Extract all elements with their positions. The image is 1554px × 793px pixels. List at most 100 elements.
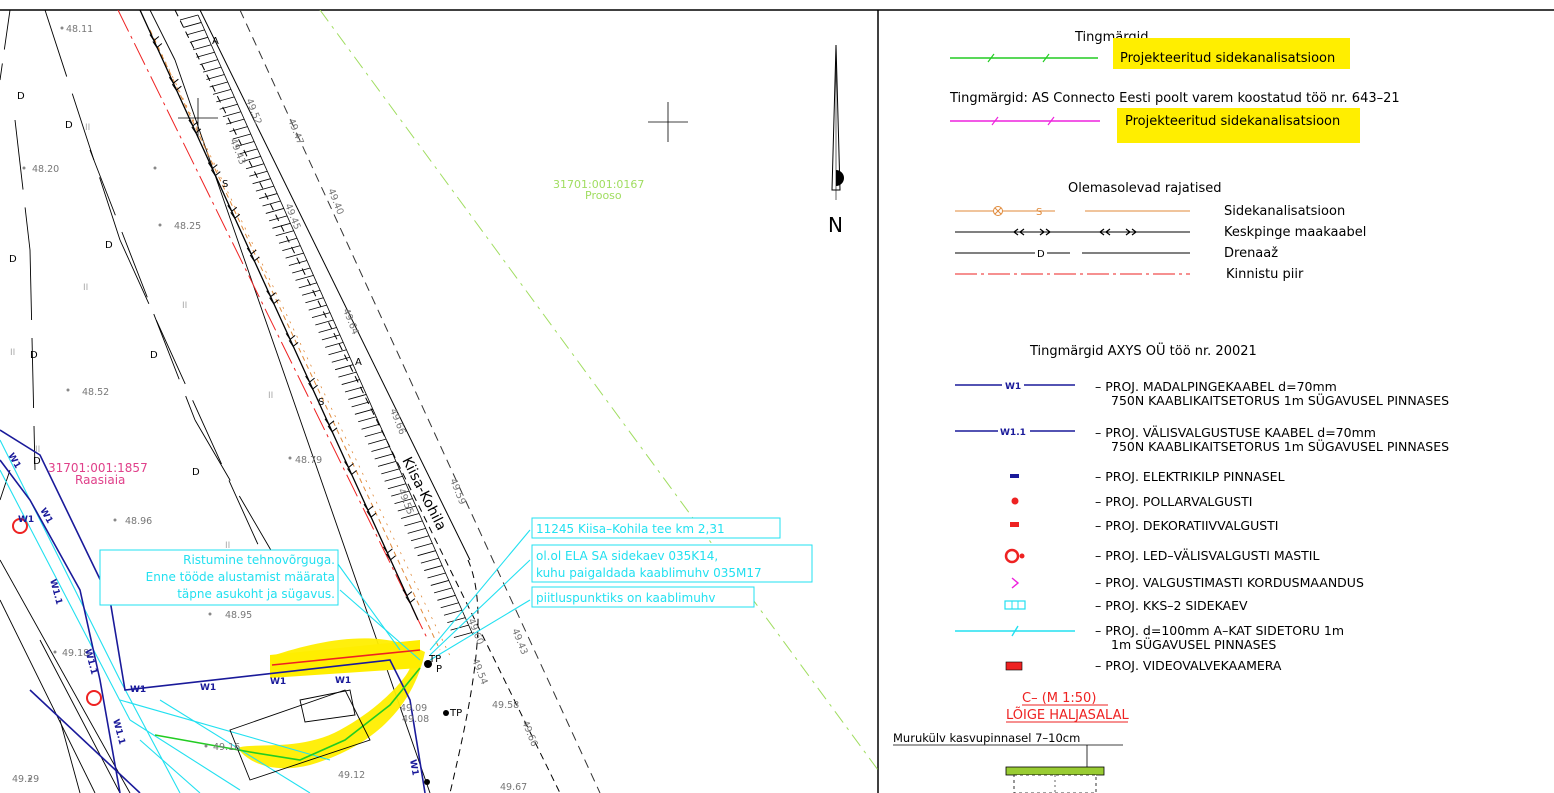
callout-crossing: Ristumine tehnovõrguga. Enne tööde alust… [99, 549, 339, 606]
svg-text:Ristumine tehnovõrguga.: Ristumine tehnovõrguga. [183, 553, 335, 567]
svg-text:Drenaaž: Drenaaž [1224, 246, 1278, 261]
road-edge-mid [199, 10, 471, 561]
svg-text:49.64: 49.64 [340, 307, 360, 336]
svg-text:– PROJ. DEKORATIIVVALGUSTI: – PROJ. DEKORATIIVVALGUSTI [1095, 518, 1278, 533]
north-label: N [828, 213, 843, 237]
svg-text:W1: W1 [18, 515, 34, 525]
svg-text:D: D [9, 254, 17, 265]
svg-text:S: S [318, 397, 324, 408]
svg-text:W1: W1 [335, 676, 351, 686]
legend-bollard-row: – PROJ. POLLARVALGUSTI [1011, 494, 1252, 509]
svg-text:11245 Kiisa–Kohila tee km 2,31: 11245 Kiisa–Kohila tee km 2,31 [536, 522, 725, 536]
legend-led-mast-row: – PROJ. LED–VÄLISVALGUSTI MASTIL [1004, 548, 1319, 564]
section-subtitle: LÕIGE HALJASALAL [1006, 707, 1129, 723]
parcel-left-name: Raasiaia [75, 473, 125, 487]
svg-text:W1.1: W1.1 [82, 648, 98, 676]
svg-text:49.67: 49.67 [500, 782, 527, 793]
svg-text:D: D [30, 350, 38, 361]
svg-text:49.60: 49.60 [465, 617, 485, 646]
svg-text:48.20: 48.20 [32, 164, 59, 175]
svg-text:Kinnistu piir: Kinnistu piir [1226, 267, 1304, 282]
svg-text:49.16: 49.16 [213, 742, 240, 753]
legend-w1-row: W1 – PROJ. MADALPINGEKAABEL d=70mm 750N … [955, 379, 1449, 408]
svg-text:D: D [1037, 249, 1045, 260]
pole-light-symbol-2 [86, 690, 102, 706]
svg-text:49.09: 49.09 [400, 703, 427, 714]
legend-switchboard-row: – PROJ. ELEKTRIKILP PINNASEL [1010, 469, 1285, 484]
svg-text:750N KAABLIKAITSETORUS 1m SÜGA: 750N KAABLIKAITSETORUS 1m SÜGAVUSEL PINN… [1111, 438, 1449, 454]
svg-text:1m SÜGAVUSEL PINNASES: 1m SÜGAVUSEL PINNASES [1111, 636, 1276, 652]
parcel-right-name: Prooso [585, 189, 622, 202]
svg-text:piitluspunktiks on kaablimuhv: piitluspunktiks on kaablimuhv [536, 591, 716, 605]
section-grass-layer [1005, 766, 1105, 776]
svg-text:ol.ol ELA SA sidekaev 035K14,: ol.ol ELA SA sidekaev 035K14, [536, 549, 718, 563]
legend-grounding-row: – PROJ. VALGUSTIMASTI KORDUSMAANDUS [1011, 575, 1364, 590]
svg-text:W1: W1 [130, 685, 146, 695]
svg-text:TP: TP [449, 708, 462, 719]
legend-drainage: D Drenaaž [955, 246, 1278, 261]
svg-text:S: S [222, 179, 228, 190]
legend-w11-row: W1.1 – PROJ. VÄLISVALGUSTUSE KAABEL d=70… [955, 425, 1449, 454]
svg-text:– PROJ. VÄLISVALGUSTUSE KAABEL: – PROJ. VÄLISVALGUSTUSE KAABEL d=70mm [1095, 425, 1376, 440]
svg-text:D: D [65, 120, 73, 131]
svg-text:W1.1: W1.1 [47, 578, 63, 606]
property-boundary [117, 10, 429, 641]
svg-text:II: II [182, 301, 187, 311]
svg-text:48.96: 48.96 [125, 516, 152, 527]
legend-existing-title: Olemasolevad rajatised [1068, 181, 1221, 196]
legend-cyan-pipe-row: – PROJ. d=100mm A–KAT SIDETORU 1m 1m SÜG… [955, 623, 1344, 652]
svg-text:S: S [1036, 207, 1042, 218]
survey-points [22, 26, 292, 781]
legend-existing-telecom: S Sidekanalisatsioon [955, 204, 1345, 219]
svg-text:D: D [33, 456, 41, 467]
svg-text:D: D [150, 350, 158, 361]
svg-text:II: II [85, 123, 90, 133]
svg-text:49.66: 49.66 [387, 407, 407, 436]
legend-magenta-label: Projekteeritud sidekanalisatsioon [1125, 114, 1340, 129]
legend-mv-cable: Keskpinge maakaabel [955, 225, 1366, 240]
legend-camera-row: – PROJ. VIDEOVALVEKAAMERA [1005, 658, 1282, 673]
mv-cable [139, 10, 419, 621]
legend-property-boundary: Kinnistu piir [955, 267, 1304, 282]
svg-text:– PROJ. KKS–2 SIDEKAEV: – PROJ. KKS–2 SIDEKAEV [1095, 598, 1248, 613]
svg-text:– PROJ. VALGUSTIMASTI KORDUSMA: – PROJ. VALGUSTIMASTI KORDUSMAANDUS [1095, 575, 1364, 590]
svg-text:49.55: 49.55 [395, 487, 415, 516]
svg-text:750N KAABLIKAITSETORUS 1m SÜGA: 750N KAABLIKAITSETORUS 1m SÜGAVUSEL PINN… [1111, 392, 1449, 408]
svg-text:W1: W1 [5, 452, 22, 471]
svg-text:D: D [105, 240, 113, 251]
svg-text:49.43: 49.43 [509, 627, 529, 656]
svg-text:A: A [212, 36, 219, 47]
svg-text:W1.1: W1.1 [110, 718, 126, 746]
svg-text:– PROJ. MADALPINGEKAABEL d=70m: – PROJ. MADALPINGEKAABEL d=70mm [1095, 379, 1337, 394]
callout-splice: piitluspunktiks on kaablimuhv [531, 586, 755, 608]
svg-text:W1: W1 [407, 759, 420, 777]
svg-text:– PROJ. POLLARVALGUSTI: – PROJ. POLLARVALGUSTI [1095, 494, 1252, 509]
legend-kks2-row: – PROJ. KKS–2 SIDEKAEV [1004, 598, 1248, 613]
svg-text:49.08: 49.08 [402, 714, 429, 725]
svg-text:48.52: 48.52 [82, 387, 109, 398]
svg-text:W1: W1 [37, 507, 54, 526]
svg-text:49.52: 49.52 [243, 97, 263, 126]
svg-text:– PROJ. d=100mm A–KAT SIDETORU: – PROJ. d=100mm A–KAT SIDETORU 1m [1095, 623, 1344, 638]
svg-text:P: P [436, 664, 442, 675]
legend-connecto-title: Tingmärgid: AS Connecto Eesti poolt vare… [949, 91, 1400, 106]
svg-text:W1: W1 [200, 683, 216, 693]
svg-text:49.59: 49.59 [447, 477, 467, 506]
svg-text:Keskpinge maakaabel: Keskpinge maakaabel [1224, 225, 1366, 240]
map-area: N 31701:001:0167 Prooso 31701:001:1857 R… [0, 10, 878, 793]
legend-axys-title: Tingmärgid AXYS OÜ töö nr. 20021 [1029, 342, 1257, 359]
svg-text:– PROJ. VIDEOVALVEKAAMERA: – PROJ. VIDEOVALVEKAAMERA [1095, 658, 1282, 673]
svg-text:– PROJ. ELEKTRIKILP PINNASEL: – PROJ. ELEKTRIKILP PINNASEL [1095, 469, 1285, 484]
north-arrow-half-circle [836, 170, 844, 186]
svg-text:W1.1: W1.1 [1000, 428, 1026, 438]
svg-text:D: D [17, 91, 25, 102]
svg-text:A: A [355, 357, 362, 368]
svg-text:II: II [10, 348, 15, 358]
svg-text:D: D [192, 467, 200, 478]
svg-text:49.66: 49.66 [519, 719, 539, 748]
svg-text:W1: W1 [1005, 382, 1021, 392]
tp-point-2 [424, 779, 430, 785]
svg-text:– PROJ. LED–VÄLISVALGUSTI MAST: – PROJ. LED–VÄLISVALGUSTI MASTIL [1095, 548, 1319, 563]
svg-text:48.95: 48.95 [225, 610, 252, 621]
callout-road-km: 11245 Kiisa–Kohila tee km 2,31 [531, 517, 781, 539]
